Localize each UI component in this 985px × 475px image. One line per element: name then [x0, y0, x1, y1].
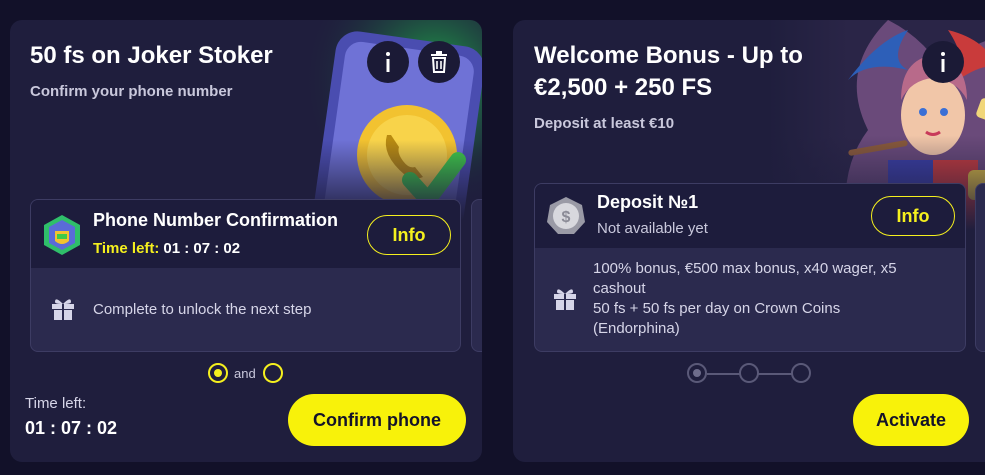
step-deposit-1: $ Deposit №1 Not available yet Info 100%…	[534, 183, 966, 352]
info-button[interactable]	[922, 41, 964, 83]
desc-line-4: (Endorphina)	[593, 320, 680, 337]
gift-icon	[52, 299, 74, 320]
activate-button[interactable]: Activate	[853, 394, 969, 446]
step-phone-confirmation: Phone Number Confirmation Time left: 01 :…	[30, 199, 461, 352]
trash-icon	[431, 51, 447, 73]
card-title: 50 fs on Joker Stoker	[30, 42, 273, 69]
progress-dot-1	[687, 363, 707, 383]
step-timer-value: 01 : 07 : 02	[163, 240, 241, 257]
coin-icon: $	[547, 197, 585, 234]
step-info-button[interactable]: Info	[367, 215, 451, 255]
desc-line-3: 50 fs + 50 fs per day on Crown Coins	[593, 300, 841, 317]
desc-line-2: cashout	[593, 280, 646, 297]
progress-dot-3	[791, 363, 811, 383]
confirm-phone-button[interactable]: Confirm phone	[288, 394, 466, 446]
delete-button[interactable]	[418, 41, 460, 83]
next-step-card	[471, 199, 482, 352]
svg-text:$: $	[562, 209, 571, 226]
info-button[interactable]	[367, 41, 409, 83]
bonus-card-joker-stoker: 50 fs on Joker Stoker Confirm your phone…	[10, 20, 482, 462]
card-subtitle: Confirm your phone number	[30, 83, 233, 100]
step-description: 100% bonus, €500 max bonus, x40 wager, x…	[593, 259, 953, 339]
step-description: Complete to unlock the next step	[93, 301, 312, 318]
progress-dot-2	[739, 363, 759, 383]
gift-icon	[554, 289, 576, 310]
step-status: Not available yet	[597, 220, 708, 237]
desc-line-1: 100% bonus, €500 max bonus, x40 wager, x…	[593, 260, 897, 277]
info-icon	[941, 52, 945, 72]
time-left-label: Time left:	[25, 395, 87, 412]
step-title: Deposit №1	[597, 192, 699, 212]
phone-badge-icon	[44, 215, 80, 255]
card-title: Welcome Bonus - Up to €2,500 + 250 FS	[534, 42, 803, 101]
next-step-card	[975, 183, 985, 352]
bonus-card-welcome: Welcome Bonus - Up to €2,500 + 250 FS De…	[513, 20, 985, 462]
step-info-button[interactable]: Info	[871, 196, 955, 236]
card-subtitle: Deposit at least €10	[534, 115, 675, 132]
condition-dot-2	[263, 363, 283, 383]
time-left-value: 01 : 07 : 02	[25, 418, 118, 438]
step-timer: Time left: 01 : 07 : 02	[93, 240, 240, 257]
condition-dot-1	[208, 363, 228, 383]
step-timer-label: Time left:	[93, 240, 160, 257]
info-icon	[386, 52, 390, 72]
and-label: and	[234, 366, 256, 381]
step-title: Phone Number Confirmation	[93, 210, 339, 230]
